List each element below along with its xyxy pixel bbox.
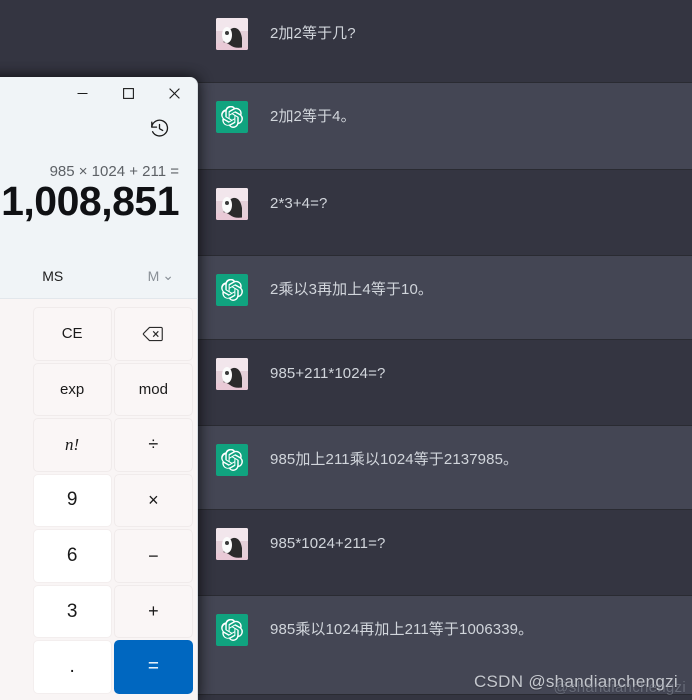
key-backspace[interactable] — [113, 307, 193, 361]
memory-store-button[interactable]: MS — [33, 264, 72, 288]
key-9[interactable]: 9 — [32, 473, 112, 528]
user-photo-avatar — [216, 18, 248, 50]
display-expression: 985 × 1024 + 211 = — [49, 163, 179, 180]
minimize-icon[interactable] — [59, 77, 105, 109]
backspace-icon — [142, 326, 164, 342]
key-3[interactable]: 3 — [32, 584, 112, 639]
message-text: 2*3+4=? — [270, 195, 328, 212]
calculator-history-row — [0, 109, 197, 147]
key-factorial[interactable]: n! — [32, 418, 112, 472]
key-mod[interactable]: mod — [113, 362, 193, 417]
chevron-down-icon: ⌄ — [162, 267, 174, 283]
message-text: 2加2等于4。 — [270, 108, 356, 125]
openai-logo-avatar — [216, 614, 248, 646]
calculator-memory-row: MC MR M+ M− MS M ⌄ — [0, 253, 197, 299]
calculator-display: 985 × 1024 + 211 = 1,008,851 — [0, 147, 197, 227]
close-icon[interactable] — [151, 77, 197, 109]
calculator-keypad[interactable]: 2nd C CE π e exp mod ( ) n! ÷ 7 8 9 × 4 — [0, 299, 197, 700]
user-photo-avatar — [216, 528, 248, 560]
message-row-user: 2加2等于几? — [0, 0, 692, 82]
key-multiply[interactable]: × — [113, 473, 193, 528]
display-result: 1,008,851 — [1, 178, 179, 224]
memory-open-button[interactable]: M ⌄ — [139, 263, 183, 288]
key-clear-entry[interactable]: CE — [32, 307, 112, 361]
memory-open-label: M — [147, 267, 160, 284]
message-text: 985+211*1024=? — [270, 365, 386, 382]
key-subtract[interactable]: − — [113, 529, 193, 583]
calculator-window[interactable]: 985 × 1024 + 211 = 1,008,851 MC MR M+ M−… — [0, 77, 198, 700]
openai-logo-avatar — [216, 444, 248, 476]
key-add[interactable]: + — [113, 584, 193, 639]
key-decimal[interactable]: . — [32, 640, 112, 694]
openai-logo-avatar — [216, 274, 248, 306]
message-text: 985*1024+211=? — [270, 535, 386, 552]
message-text: 985乘以1024再加上211等于1006339。 — [270, 621, 534, 638]
maximize-icon[interactable] — [105, 77, 151, 109]
user-photo-avatar — [216, 358, 248, 390]
openai-logo-avatar — [216, 101, 248, 133]
message-text: 2加2等于几? — [270, 25, 356, 42]
calculator-titlebar[interactable] — [0, 77, 197, 109]
user-photo-avatar — [216, 188, 248, 220]
message-text: 985加上211乘以1024等于2137985。 — [270, 451, 519, 468]
message-text: 2乘以3再加上4等于10。 — [270, 281, 434, 298]
key-6[interactable]: 6 — [32, 529, 112, 583]
key-equals[interactable]: = — [113, 640, 193, 694]
key-exp[interactable]: exp — [32, 362, 112, 417]
history-icon[interactable] — [143, 112, 175, 144]
key-divide[interactable]: ÷ — [113, 418, 193, 472]
